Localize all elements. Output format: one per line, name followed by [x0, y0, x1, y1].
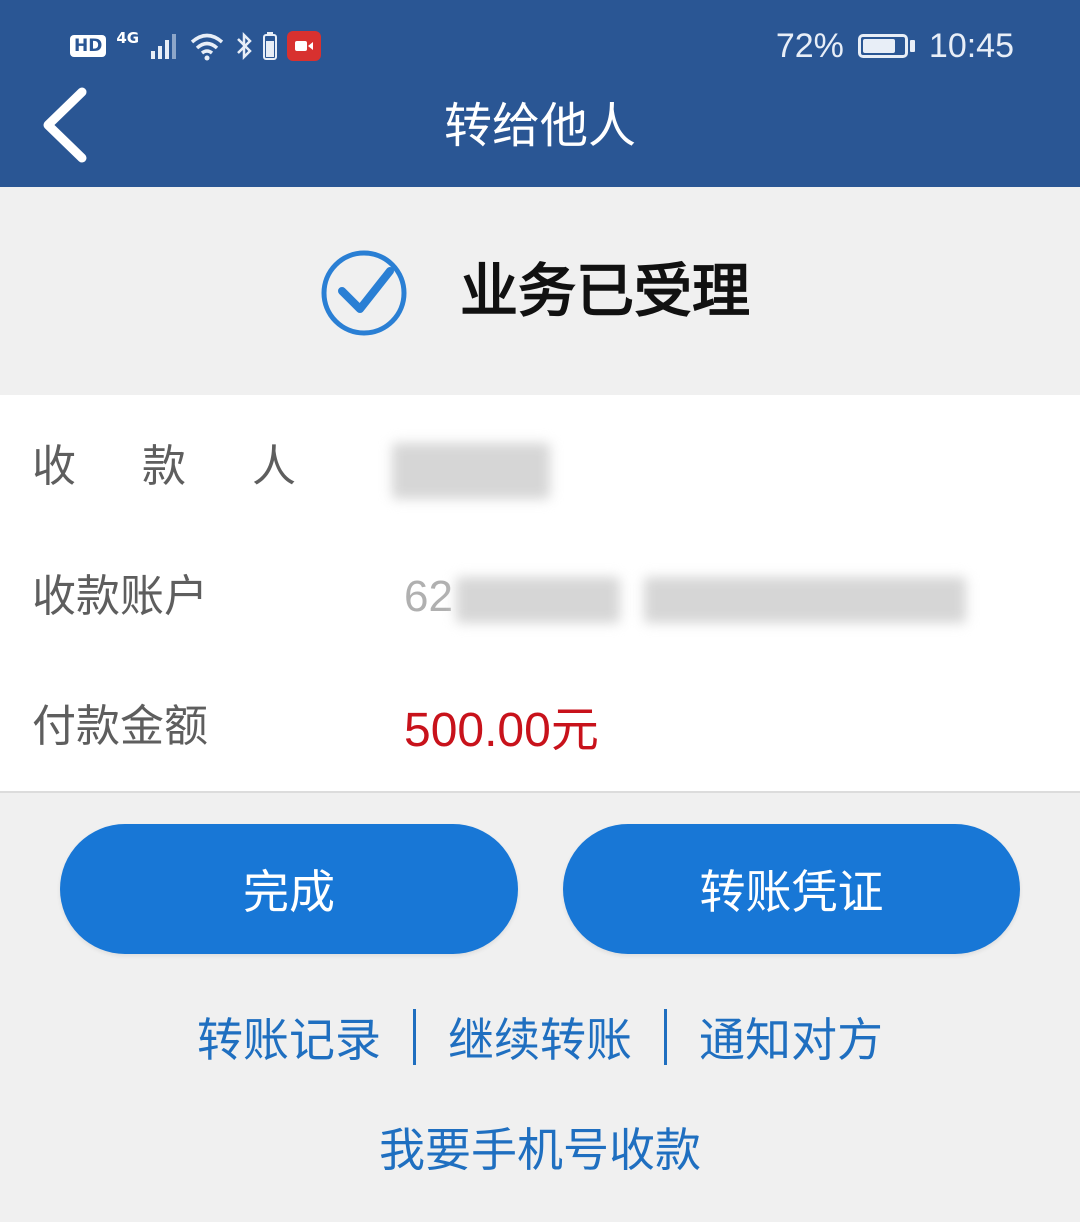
- battery-percent: 72%: [775, 26, 844, 65]
- amount-value: 500.00元: [404, 704, 599, 757]
- account-number-redacted-1: [456, 577, 620, 623]
- bluetooth-icon: [237, 31, 252, 61]
- quick-links: 转账记录 继续转账 通知对方: [0, 1004, 1080, 1070]
- account-row: 收款账户 62: [0, 547, 1080, 647]
- continue-transfer-link[interactable]: 继续转账: [416, 1004, 664, 1070]
- hd-icon: HD: [70, 35, 107, 57]
- screen-record-icon: [287, 31, 322, 61]
- notify-recipient-link[interactable]: 通知对方: [667, 1004, 915, 1070]
- account-prefix: 62: [404, 572, 453, 621]
- account-number-redacted-2: [644, 577, 966, 623]
- result-status-text: 业务已受理: [460, 257, 751, 325]
- result-banner: 业务已受理: [0, 187, 1080, 395]
- check-circle-icon: [321, 250, 407, 336]
- wifi-icon: [190, 33, 224, 61]
- battery-fill: [862, 39, 895, 53]
- status-bar: HD 4G 72% 10:45: [0, 0, 1080, 90]
- done-button[interactable]: 完成: [60, 824, 518, 954]
- battery-icon: [857, 34, 915, 58]
- page-title: 转给他人: [443, 98, 636, 154]
- status-icons-left: HD 4G: [70, 26, 322, 66]
- transfer-records-link[interactable]: 转账记录: [165, 1004, 413, 1070]
- amount-label: 付款金额: [32, 701, 208, 752]
- clock-time: 10:45: [928, 26, 1014, 65]
- transfer-details: 收 款 人 收款账户 62 付款金额 500.00元: [0, 395, 1080, 793]
- payee-label: 收 款 人: [32, 441, 322, 492]
- amount-row: 付款金额 500.00元: [0, 677, 1080, 777]
- network-type-label: 4G: [116, 29, 140, 47]
- phone-number-receive-link[interactable]: 我要手机号收款: [0, 1114, 1080, 1180]
- status-icons-right: 72% 10:45: [776, 24, 1014, 68]
- payee-name-redacted: [392, 443, 550, 499]
- payee-row: 收 款 人: [0, 417, 1080, 517]
- small-battery-icon: [263, 32, 278, 60]
- transfer-voucher-button[interactable]: 转账凭证: [563, 824, 1020, 954]
- app-header: HD 4G 72% 10:45 转给他人: [0, 0, 1080, 187]
- signal-icon: [151, 34, 177, 59]
- account-label: 收款账户: [32, 571, 208, 622]
